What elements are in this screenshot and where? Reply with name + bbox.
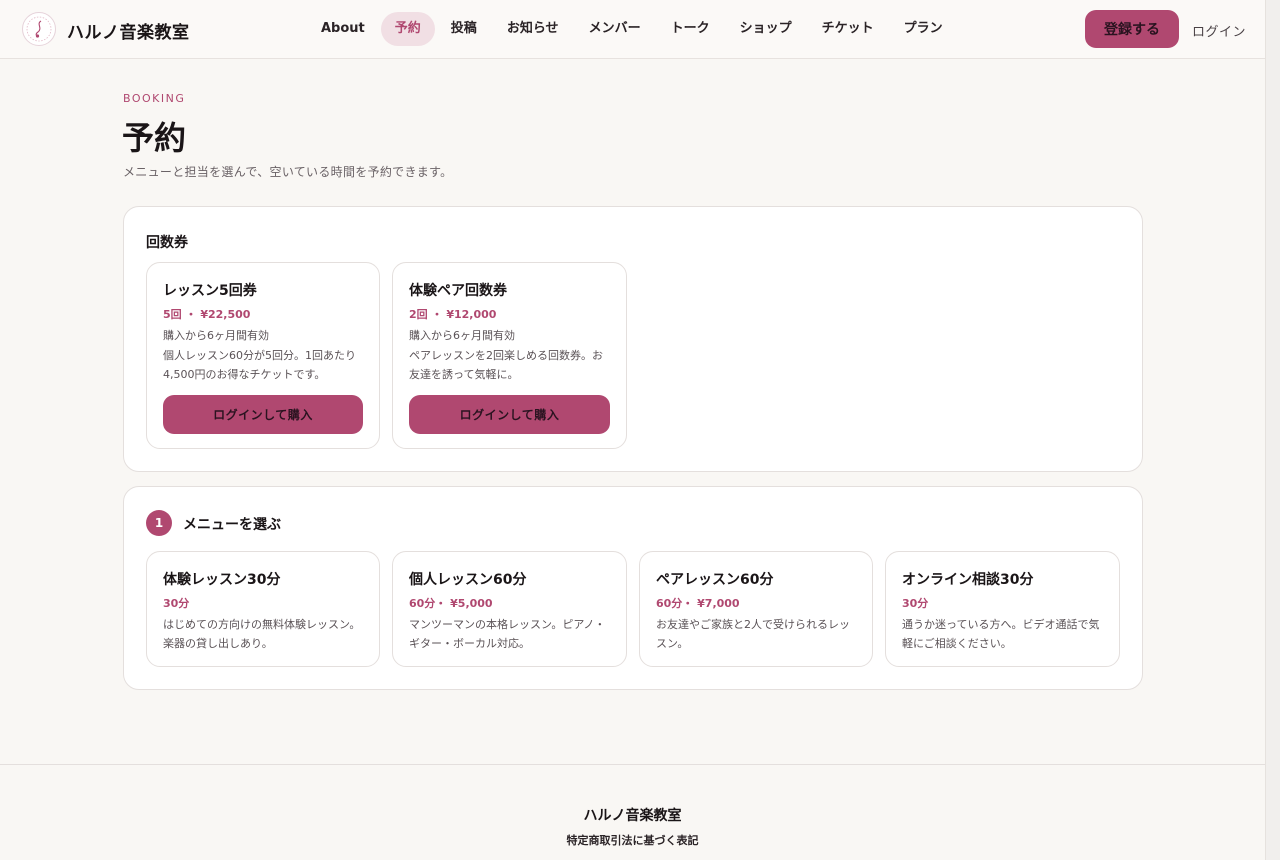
ticket-packs-panel: 回数券 レッスン5回券 5回 ・ ¥22,500 購入から6ヶ月間有効 個人レッ… — [123, 206, 1143, 472]
menu-selection-panel: 1 メニューを選ぶ 体験レッスン30分 30分 はじめての方向けの無料体験レッス… — [123, 486, 1143, 690]
menu-step-heading: メニューを選ぶ — [183, 517, 281, 533]
ticket-price: 5回 ・ ¥22,500 — [163, 308, 251, 321]
login-to-purchase-button[interactable]: ログインして購入 — [163, 395, 363, 434]
page-eyebrow: BOOKING — [123, 92, 186, 105]
menu-option-price: 30分 — [902, 597, 929, 610]
menu-option-price: 60分・ ¥5,000 — [409, 597, 493, 610]
nav-item-booking[interactable]: 予約 — [380, 12, 435, 46]
menu-option-title: 体験レッスン30分 — [163, 572, 281, 588]
nav-item-members[interactable]: メンバー — [575, 12, 655, 46]
ticket-validity: 購入から6ヶ月間有効 — [163, 329, 269, 342]
page-description: メニューと担当を選んで、空いている時間を予約できます。 — [123, 165, 453, 179]
nav-item-plans[interactable]: プラン — [890, 12, 957, 46]
site-logo-text[interactable]: ハルノ音楽教室 — [67, 18, 190, 43]
menu-option-card[interactable]: オンライン相談30分 30分 通うか迷っている方へ。ビデオ通話で気軽にご相談くだ… — [885, 551, 1120, 667]
step-number-badge: 1 — [146, 510, 172, 536]
ticket-title: レッスン5回券 — [163, 283, 257, 299]
menu-option-title: ペアレッスン60分 — [656, 572, 774, 588]
menu-option-card[interactable]: ペアレッスン60分 60分・ ¥7,000 お友達やご家族と2人で受けられるレッ… — [639, 551, 873, 667]
ticket-title: 体験ペア回数券 — [409, 283, 507, 299]
menu-option-title: 個人レッスン60分 — [409, 572, 527, 588]
nav-item-tickets[interactable]: チケット — [808, 12, 888, 46]
ticket-card: 体験ペア回数券 2回 ・ ¥12,000 購入から6ヶ月間有効 ペアレッスンを2… — [392, 262, 627, 449]
music-note-logo-icon[interactable] — [22, 12, 56, 46]
ticket-price: 2回 ・ ¥12,000 — [409, 308, 497, 321]
nav-item-shop[interactable]: ショップ — [726, 12, 806, 46]
ticket-description: 個人レッスン60分が5回分。1回あたり4,500円のお得なチケットです。 — [163, 349, 356, 381]
nav-item-talk[interactable]: トーク — [657, 12, 724, 46]
register-button[interactable]: 登録する — [1085, 10, 1179, 48]
menu-option-description: マンツーマンの本格レッスン。ピアノ・ギター・ボーカル対応。 — [409, 618, 606, 650]
legal-notice-link[interactable]: 特定商取引法に基づく表記 — [0, 832, 1265, 848]
ticket-card: レッスン5回券 5回 ・ ¥22,500 購入から6ヶ月間有効 個人レッスン60… — [146, 262, 380, 449]
site-footer: ハルノ音楽教室 特定商取引法に基づく表記 — [0, 764, 1265, 860]
login-to-purchase-button[interactable]: ログインして購入 — [409, 395, 610, 434]
menu-option-card[interactable]: 体験レッスン30分 30分 はじめての方向けの無料体験レッスン。楽器の貸し出しあ… — [146, 551, 380, 667]
menu-option-price: 60分・ ¥7,000 — [656, 597, 740, 610]
ticket-description: ペアレッスンを2回楽しめる回数券。お友達を誘って気軽に。 — [409, 349, 603, 381]
ticket-packs-heading: 回数券 — [146, 235, 188, 251]
ticket-validity: 購入から6ヶ月間有効 — [409, 329, 515, 342]
login-link[interactable]: ログイン — [1192, 21, 1246, 40]
page-title: 予約 — [122, 119, 187, 157]
menu-option-description: はじめての方向けの無料体験レッスン。楽器の貸し出しあり。 — [163, 618, 361, 650]
vertical-scrollbar[interactable] — [1265, 0, 1280, 860]
menu-option-price: 30分 — [163, 597, 190, 610]
menu-option-card[interactable]: 個人レッスン60分 60分・ ¥5,000 マンツーマンの本格レッスン。ピアノ・… — [392, 551, 627, 667]
menu-option-description: お友達やご家族と2人で受けられるレッスン。 — [656, 618, 850, 650]
main-nav: About 予約 投稿 お知らせ メンバー トーク ショップ チケット プラン — [307, 12, 959, 46]
nav-item-posts[interactable]: 投稿 — [437, 12, 491, 46]
footer-site-name: ハルノ音楽教室 — [583, 808, 682, 824]
menu-option-title: オンライン相談30分 — [902, 572, 1034, 588]
site-header: ハルノ音楽教室 About 予約 投稿 お知らせ メンバー トーク ショップ チ… — [0, 0, 1265, 59]
nav-item-about[interactable]: About — [307, 12, 379, 46]
nav-item-news[interactable]: お知らせ — [493, 12, 573, 46]
menu-option-description: 通うか迷っている方へ。ビデオ通話で気軽にご相談ください。 — [902, 618, 1100, 650]
